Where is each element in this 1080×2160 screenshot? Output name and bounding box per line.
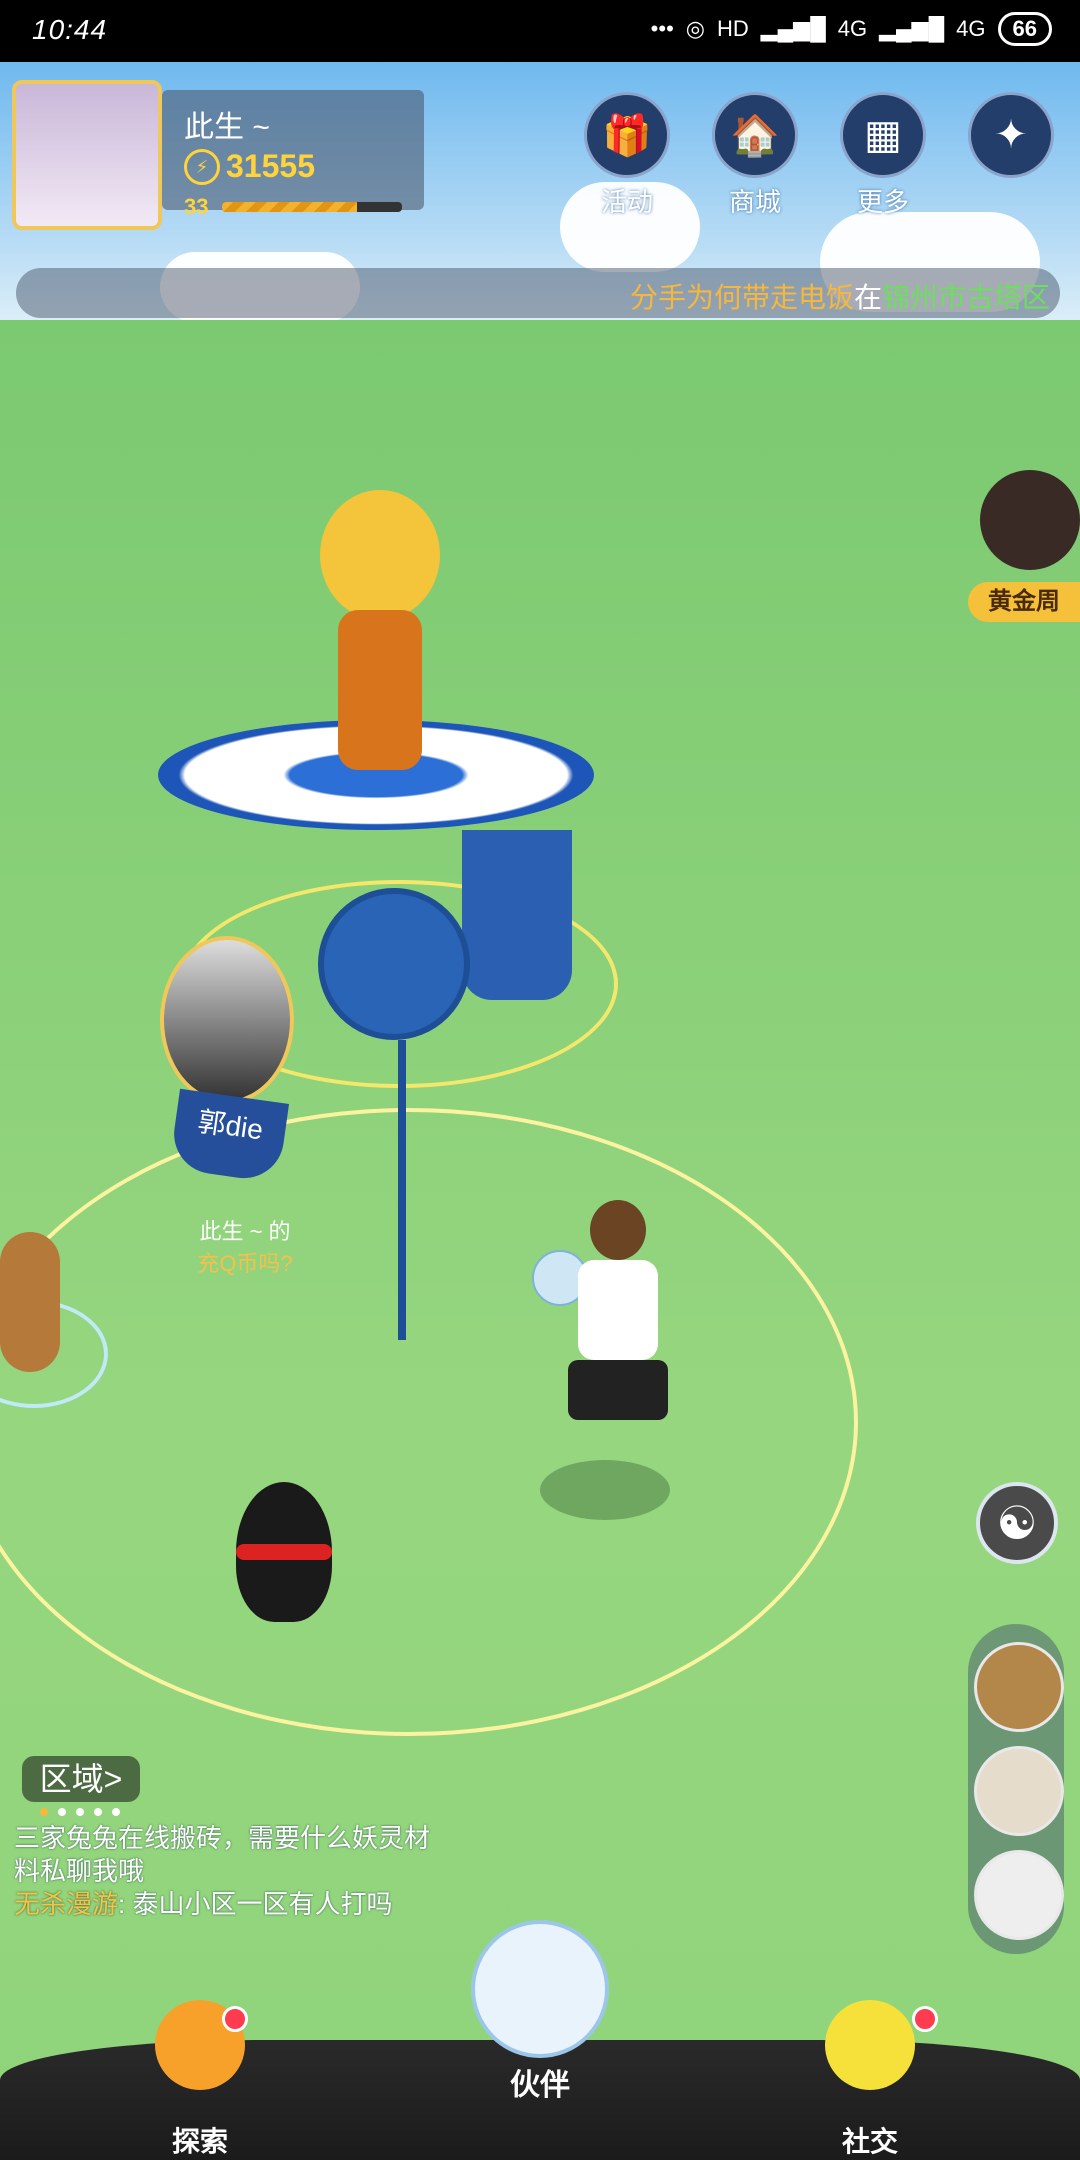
player-level: 33 (184, 194, 209, 219)
more-label: 更多 (856, 187, 909, 217)
notification-badge (912, 2006, 938, 2032)
player-profile[interactable]: 此生 ~ ⚡ 31555 33 (12, 80, 424, 230)
gift-icon: 🎁 (584, 92, 670, 178)
nav-social[interactable]: 社交 (800, 2000, 940, 2160)
penguin-scarf (236, 1544, 332, 1560)
status-icons: ••• ◎ HD ▂▄▆█ 4G ▂▄▆█ 4G 66 (651, 12, 1052, 46)
spirit-creature[interactable] (0, 1232, 60, 1372)
page-dot (94, 1808, 102, 1816)
events-button[interactable]: 🎁 活动 (584, 92, 670, 219)
shop-label: 商城 (728, 187, 781, 217)
coin-icon: ⚡ (184, 148, 220, 185)
social-mascot-icon (825, 2000, 915, 2090)
shop-icon: 🏠 (712, 92, 798, 178)
guardian-body (338, 610, 422, 770)
marquee-part-1: 分手为何带走电饭 (629, 282, 854, 313)
pet-slot-3[interactable] (974, 1850, 1064, 1940)
grid-icon: ▦ (840, 92, 926, 178)
signal-icon: ▂▄▆█ (879, 16, 945, 41)
event-label: 黄金周 (968, 582, 1080, 622)
nav-partner-label: 伙伴 (510, 2069, 570, 2102)
nav-explore[interactable]: 探索 (130, 2000, 270, 2160)
chat-text: 泰山小区一区有人打吗 (132, 1889, 393, 1919)
battery-icon: 66 (997, 12, 1052, 46)
more-dots-icon: ••• (650, 16, 674, 41)
hotspot-icon: ◎ (685, 16, 705, 41)
events-label: 活动 (600, 187, 653, 217)
interaction-range-ring (0, 1108, 858, 1736)
region-button[interactable]: 区域> (22, 1756, 140, 1802)
marquee-part-3: 锦州市古塔区 (881, 282, 1050, 313)
player-name: 此生 ~ (184, 111, 270, 144)
shop-button[interactable]: 🏠 商城 (712, 92, 798, 219)
chat-feed[interactable]: 三家兔兔在线搬砖，需要什么妖灵材料私聊我哦 无杀漫游: 泰山小区一区有人打吗 (14, 1822, 454, 1921)
avatar[interactable] (12, 80, 162, 230)
guardian-hair (320, 490, 440, 620)
yin-yang-button[interactable]: ☯ (976, 1482, 1058, 1564)
page-dot (112, 1808, 120, 1816)
station-flag (462, 830, 572, 1000)
level-progress-fill (222, 202, 357, 212)
pet-slot-1[interactable] (974, 1642, 1064, 1732)
event-mascot-icon (980, 470, 1080, 570)
station-pole (398, 1040, 406, 1340)
speech-bubble: 此生 ~ 的 充Q币吗? (160, 1214, 330, 1278)
signal-icon: ▂▄▆█ (760, 16, 826, 41)
chevron-right-icon: > (103, 1761, 123, 1797)
profile-info[interactable]: 此生 ~ ⚡ 31555 33 (162, 90, 424, 219)
level-progress-bar (222, 202, 402, 212)
station-emblem[interactable] (318, 888, 470, 1040)
pet-team-bar[interactable] (968, 1624, 1064, 1954)
page-dot (40, 1808, 48, 1816)
chat-message: 无杀漫游: 泰山小区一区有人打吗 (14, 1889, 393, 1919)
status-bar: 10:44 ••• ◎ HD ▂▄▆█ 4G ▂▄▆█ 4G 66 (0, 0, 1080, 62)
penguin-creature[interactable] (236, 1482, 332, 1622)
compass-icon: ✦ (968, 92, 1054, 178)
golden-week-event[interactable]: 黄金周 (968, 470, 1080, 630)
coin-balance: ⚡ 31555 (184, 148, 315, 185)
status-time: 10:44 (32, 14, 108, 45)
speech-line-1: 此生 ~ 的 (199, 1219, 291, 1244)
chat-text: 三家兔兔在线搬砖，需要什么妖灵材料私聊我哦 (14, 1823, 431, 1886)
page-dot (76, 1808, 84, 1816)
player-avatar[interactable] (520, 1200, 700, 1490)
pet-slot-2[interactable] (974, 1746, 1064, 1836)
chat-message: 三家兔兔在线搬砖，需要什么妖灵材料私聊我哦 (14, 1822, 454, 1888)
more-button[interactable]: ▦ 更多 (840, 92, 926, 219)
notification-badge (222, 2006, 248, 2032)
news-marquee[interactable]: 分手为何带走电饭在锦州市古塔区 (16, 268, 1060, 318)
chat-page-dots (40, 1808, 120, 1816)
avatar-shirt (578, 1260, 658, 1360)
marquee-part-2: 在 (853, 282, 882, 313)
nav-social-label: 社交 (841, 2126, 898, 2157)
station-guardian-character[interactable] (300, 490, 460, 780)
page-dot (58, 1808, 66, 1816)
speech-line-2: 充Q币吗? (197, 1251, 293, 1276)
avatar-shorts (568, 1360, 668, 1420)
nav-partner[interactable]: 伙伴 (460, 1920, 620, 2104)
region-label: 区域 (39, 1761, 104, 1797)
network-label-1: 4G (837, 16, 868, 41)
hd-label: HD (716, 16, 749, 41)
nav-explore-label: 探索 (171, 2126, 228, 2157)
marquee-text: 分手为何带走电饭在锦州市古塔区 (630, 276, 1050, 316)
compass-button[interactable]: ✦ (968, 92, 1054, 178)
owner-photo (160, 936, 294, 1104)
coin-count: 31555 (226, 148, 315, 184)
spirit-mascot-icon (471, 1920, 609, 2058)
avatar-head (590, 1200, 646, 1260)
station-owner-card[interactable]: 郭die (160, 936, 300, 1186)
chat-user: 无杀漫游 (14, 1889, 119, 1919)
network-label-2: 4G (956, 16, 986, 41)
owner-name: 郭die (168, 1088, 290, 1184)
